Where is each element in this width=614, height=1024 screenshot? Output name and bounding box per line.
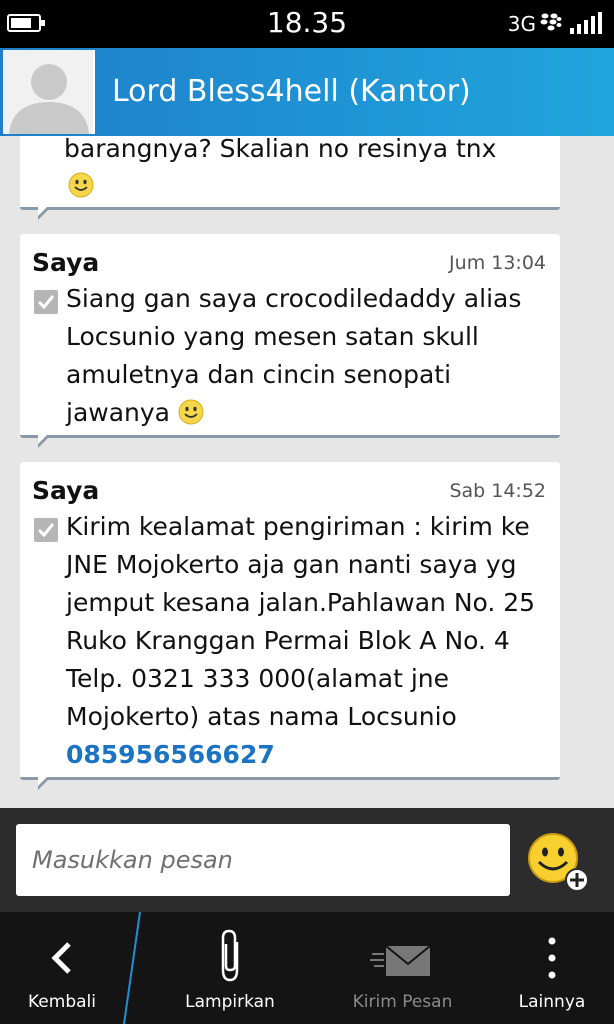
message-sender: Saya xyxy=(32,476,100,505)
contact-avatar[interactable] xyxy=(3,50,95,134)
attach-button[interactable]: Lampirkan xyxy=(150,912,310,1024)
status-bar: 18.35 3G xyxy=(0,0,614,48)
send-button[interactable]: Kirim Pesan xyxy=(320,912,485,1024)
check-icon xyxy=(34,290,58,314)
action-divider xyxy=(123,912,141,1024)
back-label: Kembali xyxy=(28,992,96,1012)
message-list[interactable]: barangnya? Skalian no resinya tnx Saya J… xyxy=(0,136,614,808)
emoji-add-icon[interactable] xyxy=(527,830,591,894)
chat-header: Lord Bless4hell (Kantor) xyxy=(0,48,614,136)
more-button[interactable]: Lainnya xyxy=(490,912,614,1024)
more-dots-icon xyxy=(548,937,556,979)
action-bar: Kembali Lampirkan Kirim Pesan Lainnya xyxy=(0,912,614,1024)
more-label: Lainnya xyxy=(518,992,586,1012)
envelope-icon xyxy=(369,945,431,976)
message-text: barangnya? Skalian no resinya tnx xyxy=(64,136,497,163)
message-bubble[interactable]: Saya Jum 13:04 Siang gan saya crocodiled… xyxy=(20,234,560,448)
signal-icon xyxy=(570,12,602,34)
bubble-tail xyxy=(38,433,50,448)
message-text: Siang gan saya crocodiledaddy alias Locs… xyxy=(66,284,522,427)
send-label: Kirim Pesan xyxy=(352,992,453,1012)
contact-avatar-icon xyxy=(9,64,89,134)
smiley-icon xyxy=(178,399,204,425)
back-button[interactable]: Kembali xyxy=(0,912,124,1024)
compose-bar xyxy=(0,808,614,912)
message-input[interactable] xyxy=(16,824,510,896)
check-icon xyxy=(34,518,58,542)
back-chevron-icon xyxy=(51,942,71,974)
phone-link[interactable]: 085956566627 xyxy=(66,740,275,769)
smiley-icon xyxy=(68,172,94,198)
attach-label: Lampirkan xyxy=(185,992,275,1012)
blackberry-icon xyxy=(540,13,562,31)
network-type: 3G xyxy=(507,12,536,36)
bubble-tail xyxy=(38,205,50,220)
contact-name[interactable]: Lord Bless4hell (Kantor) xyxy=(112,74,471,109)
paperclip-icon xyxy=(221,929,239,982)
message-time: Jum 13:04 xyxy=(449,252,546,274)
message-text: Kirim kealamat pengiriman : kirim ke JNE… xyxy=(66,512,536,769)
message-bubble[interactable]: barangnya? Skalian no resinya tnx xyxy=(20,136,560,220)
message-time: Sab 14:52 xyxy=(449,480,546,502)
message-sender: Saya xyxy=(32,248,100,277)
bubble-tail xyxy=(38,775,50,790)
message-bubble[interactable]: Saya Sab 14:52 Kirim kealamat pengiriman… xyxy=(20,462,560,790)
